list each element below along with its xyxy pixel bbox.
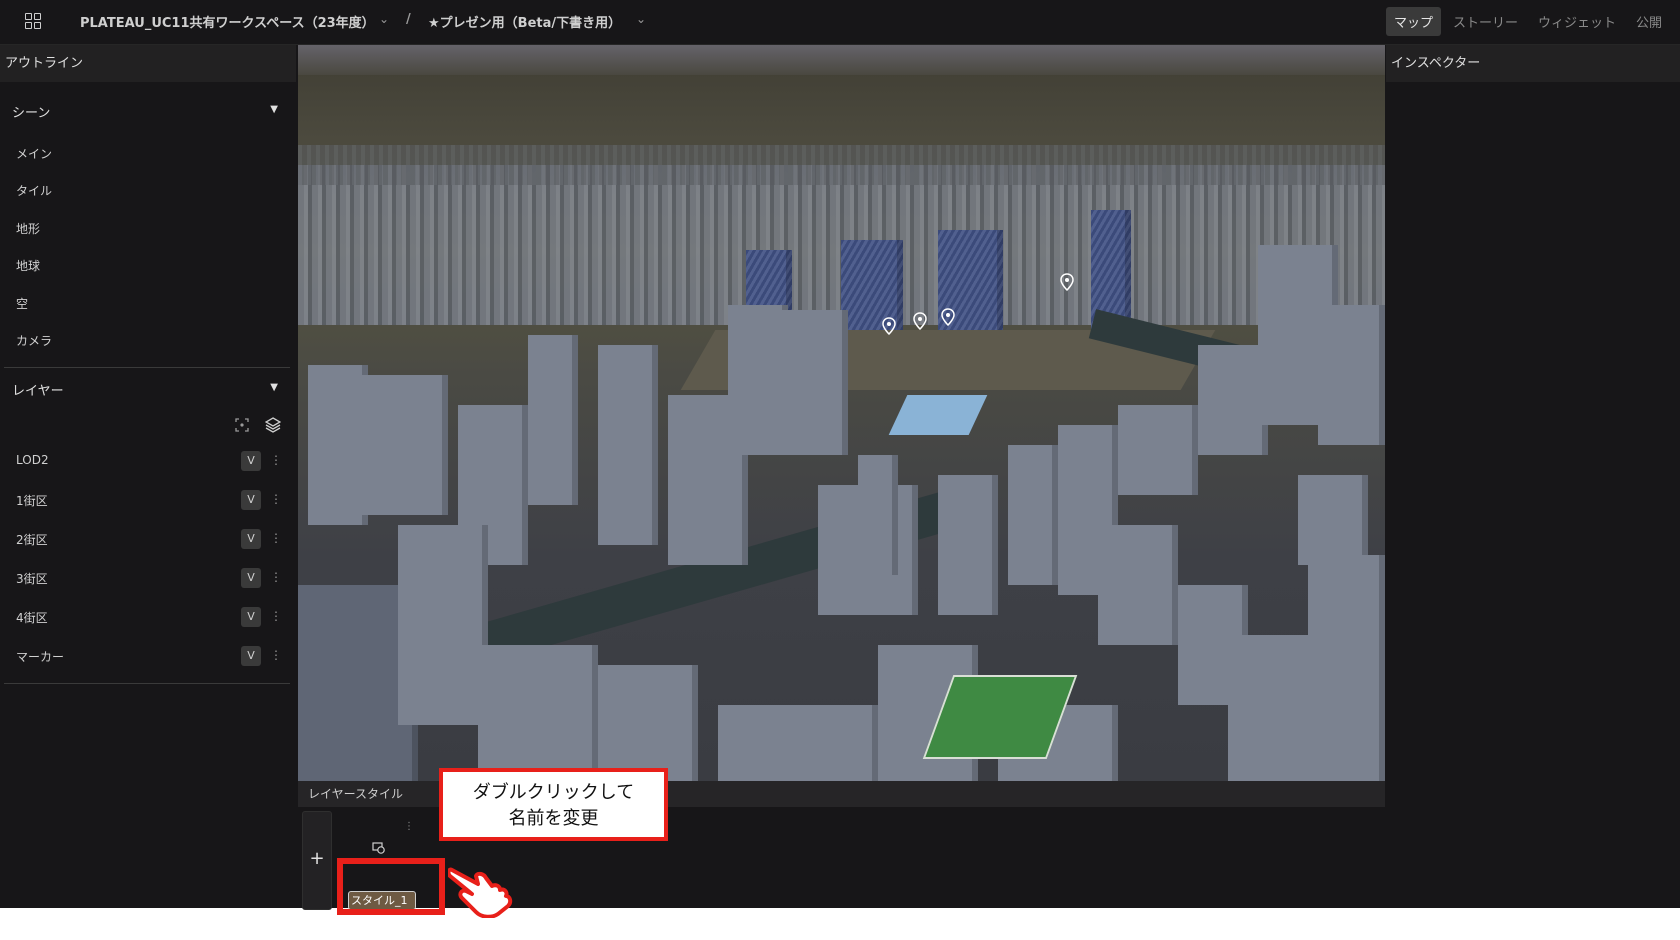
- highlight-box: [337, 858, 445, 915]
- scene-item-tile[interactable]: タイル: [16, 182, 52, 199]
- tab-publish[interactable]: 公開: [1628, 7, 1670, 36]
- top-bar: PLATEAU_UC11共有ワークスペース（23年度） ⌄ / ★プレゼン用（B…: [0, 0, 1680, 45]
- building: [768, 310, 848, 455]
- scene-section-title[interactable]: シーン: [12, 102, 50, 121]
- layer-visibility-badge[interactable]: V: [241, 529, 261, 549]
- layer-item-block2[interactable]: 2街区: [16, 531, 48, 548]
- kebab-icon[interactable]: ⋮: [270, 531, 282, 545]
- project-name[interactable]: ★プレゼン用（Beta/下書き用）: [428, 12, 621, 31]
- building: [478, 645, 598, 781]
- layer-visibility-badge[interactable]: V: [241, 607, 261, 627]
- callout-line-2: 名前を変更: [508, 808, 599, 829]
- workspace-name[interactable]: PLATEAU_UC11共有ワークスペース（23年度）: [80, 12, 375, 31]
- inspector-title: インスペクター: [1386, 45, 1680, 82]
- chevron-down-icon[interactable]: ⌄: [379, 12, 389, 26]
- highlighted-building: [938, 230, 1003, 345]
- layer-item-block4[interactable]: 4街区: [16, 609, 48, 626]
- scene-item-sky[interactable]: 空: [16, 295, 28, 312]
- grid-icon[interactable]: [25, 13, 41, 29]
- scene-item-camera[interactable]: カメラ: [16, 332, 52, 349]
- divider: [4, 367, 290, 368]
- caret-down-icon[interactable]: ▼: [270, 104, 278, 115]
- callout-line-1: ダブルクリックして: [472, 782, 635, 803]
- layers-icon[interactable]: [265, 417, 281, 433]
- focus-icon[interactable]: [235, 418, 249, 432]
- building: [858, 455, 898, 575]
- scene-item-main[interactable]: メイン: [16, 145, 52, 162]
- layer-visibility-badge[interactable]: V: [241, 568, 261, 588]
- scene-item-globe[interactable]: 地球: [16, 257, 40, 274]
- map-viewport[interactable]: [298, 45, 1385, 781]
- caret-down-icon[interactable]: ▼: [270, 382, 278, 393]
- add-style-button[interactable]: +: [302, 811, 332, 910]
- instruction-callout: ダブルクリックして 名前を変更: [439, 768, 668, 841]
- scene-item-terrain[interactable]: 地形: [16, 220, 40, 237]
- layer-item-lod2[interactable]: LOD2: [16, 453, 49, 467]
- outline-panel: アウトライン シーン ▼ メイン タイル 地形 地球 空 カメラ レイヤー ▼ …: [0, 45, 296, 908]
- layer-item-block3[interactable]: 3街区: [16, 570, 48, 587]
- map-pin-icon[interactable]: [911, 312, 929, 330]
- horizon: [298, 45, 1385, 75]
- kebab-icon[interactable]: ⋮: [270, 648, 282, 662]
- kebab-icon[interactable]: ⋮: [270, 453, 282, 467]
- building: [1318, 305, 1385, 445]
- building: [398, 525, 488, 725]
- building: [1298, 475, 1368, 565]
- building: [528, 335, 578, 505]
- kebab-icon[interactable]: ⋮: [270, 570, 282, 584]
- building: [1098, 525, 1178, 645]
- layers-section-title[interactable]: レイヤー: [12, 380, 64, 399]
- map-pin-icon[interactable]: [880, 317, 898, 335]
- breadcrumb-separator: /: [406, 12, 411, 27]
- outline-title: アウトライン: [0, 45, 296, 82]
- map-pin-icon[interactable]: [1058, 273, 1076, 291]
- app-window: PLATEAU_UC11共有ワークスペース（23年度） ⌄ / ★プレゼン用（B…: [0, 0, 1680, 910]
- map-pin-icon[interactable]: [939, 308, 957, 326]
- tab-map[interactable]: マップ: [1385, 7, 1441, 36]
- building: [358, 375, 448, 515]
- chevron-down-icon[interactable]: ⌄: [636, 12, 646, 26]
- building: [1308, 555, 1385, 781]
- building: [718, 705, 878, 781]
- layer-visibility-badge[interactable]: V: [241, 490, 261, 510]
- inspector-panel: インスペクター: [1386, 45, 1680, 908]
- layer-visibility-badge[interactable]: V: [241, 451, 261, 471]
- building: [598, 665, 698, 781]
- kebab-icon[interactable]: ⋮: [270, 492, 282, 506]
- mode-tabs: マップ ストーリー ウィジェット 公開: [1385, 7, 1670, 36]
- building: [1118, 405, 1198, 495]
- layer-item-block1[interactable]: 1街区: [16, 492, 48, 509]
- tab-story[interactable]: ストーリー: [1445, 7, 1526, 36]
- building: [938, 475, 998, 615]
- kebab-icon[interactable]: ⋮: [404, 821, 414, 832]
- divider: [4, 683, 290, 684]
- pointing-hand-icon: [448, 867, 513, 918]
- building: [1008, 445, 1058, 585]
- building: [598, 345, 658, 545]
- distant-buildings: [298, 145, 1385, 185]
- kebab-icon[interactable]: ⋮: [270, 609, 282, 623]
- station-roof: [888, 395, 988, 435]
- layer-visibility-badge[interactable]: V: [241, 646, 261, 666]
- tab-widget[interactable]: ウィジェット: [1530, 7, 1624, 36]
- layer-item-marker[interactable]: マーカー: [16, 648, 64, 665]
- style-icon: [372, 842, 385, 854]
